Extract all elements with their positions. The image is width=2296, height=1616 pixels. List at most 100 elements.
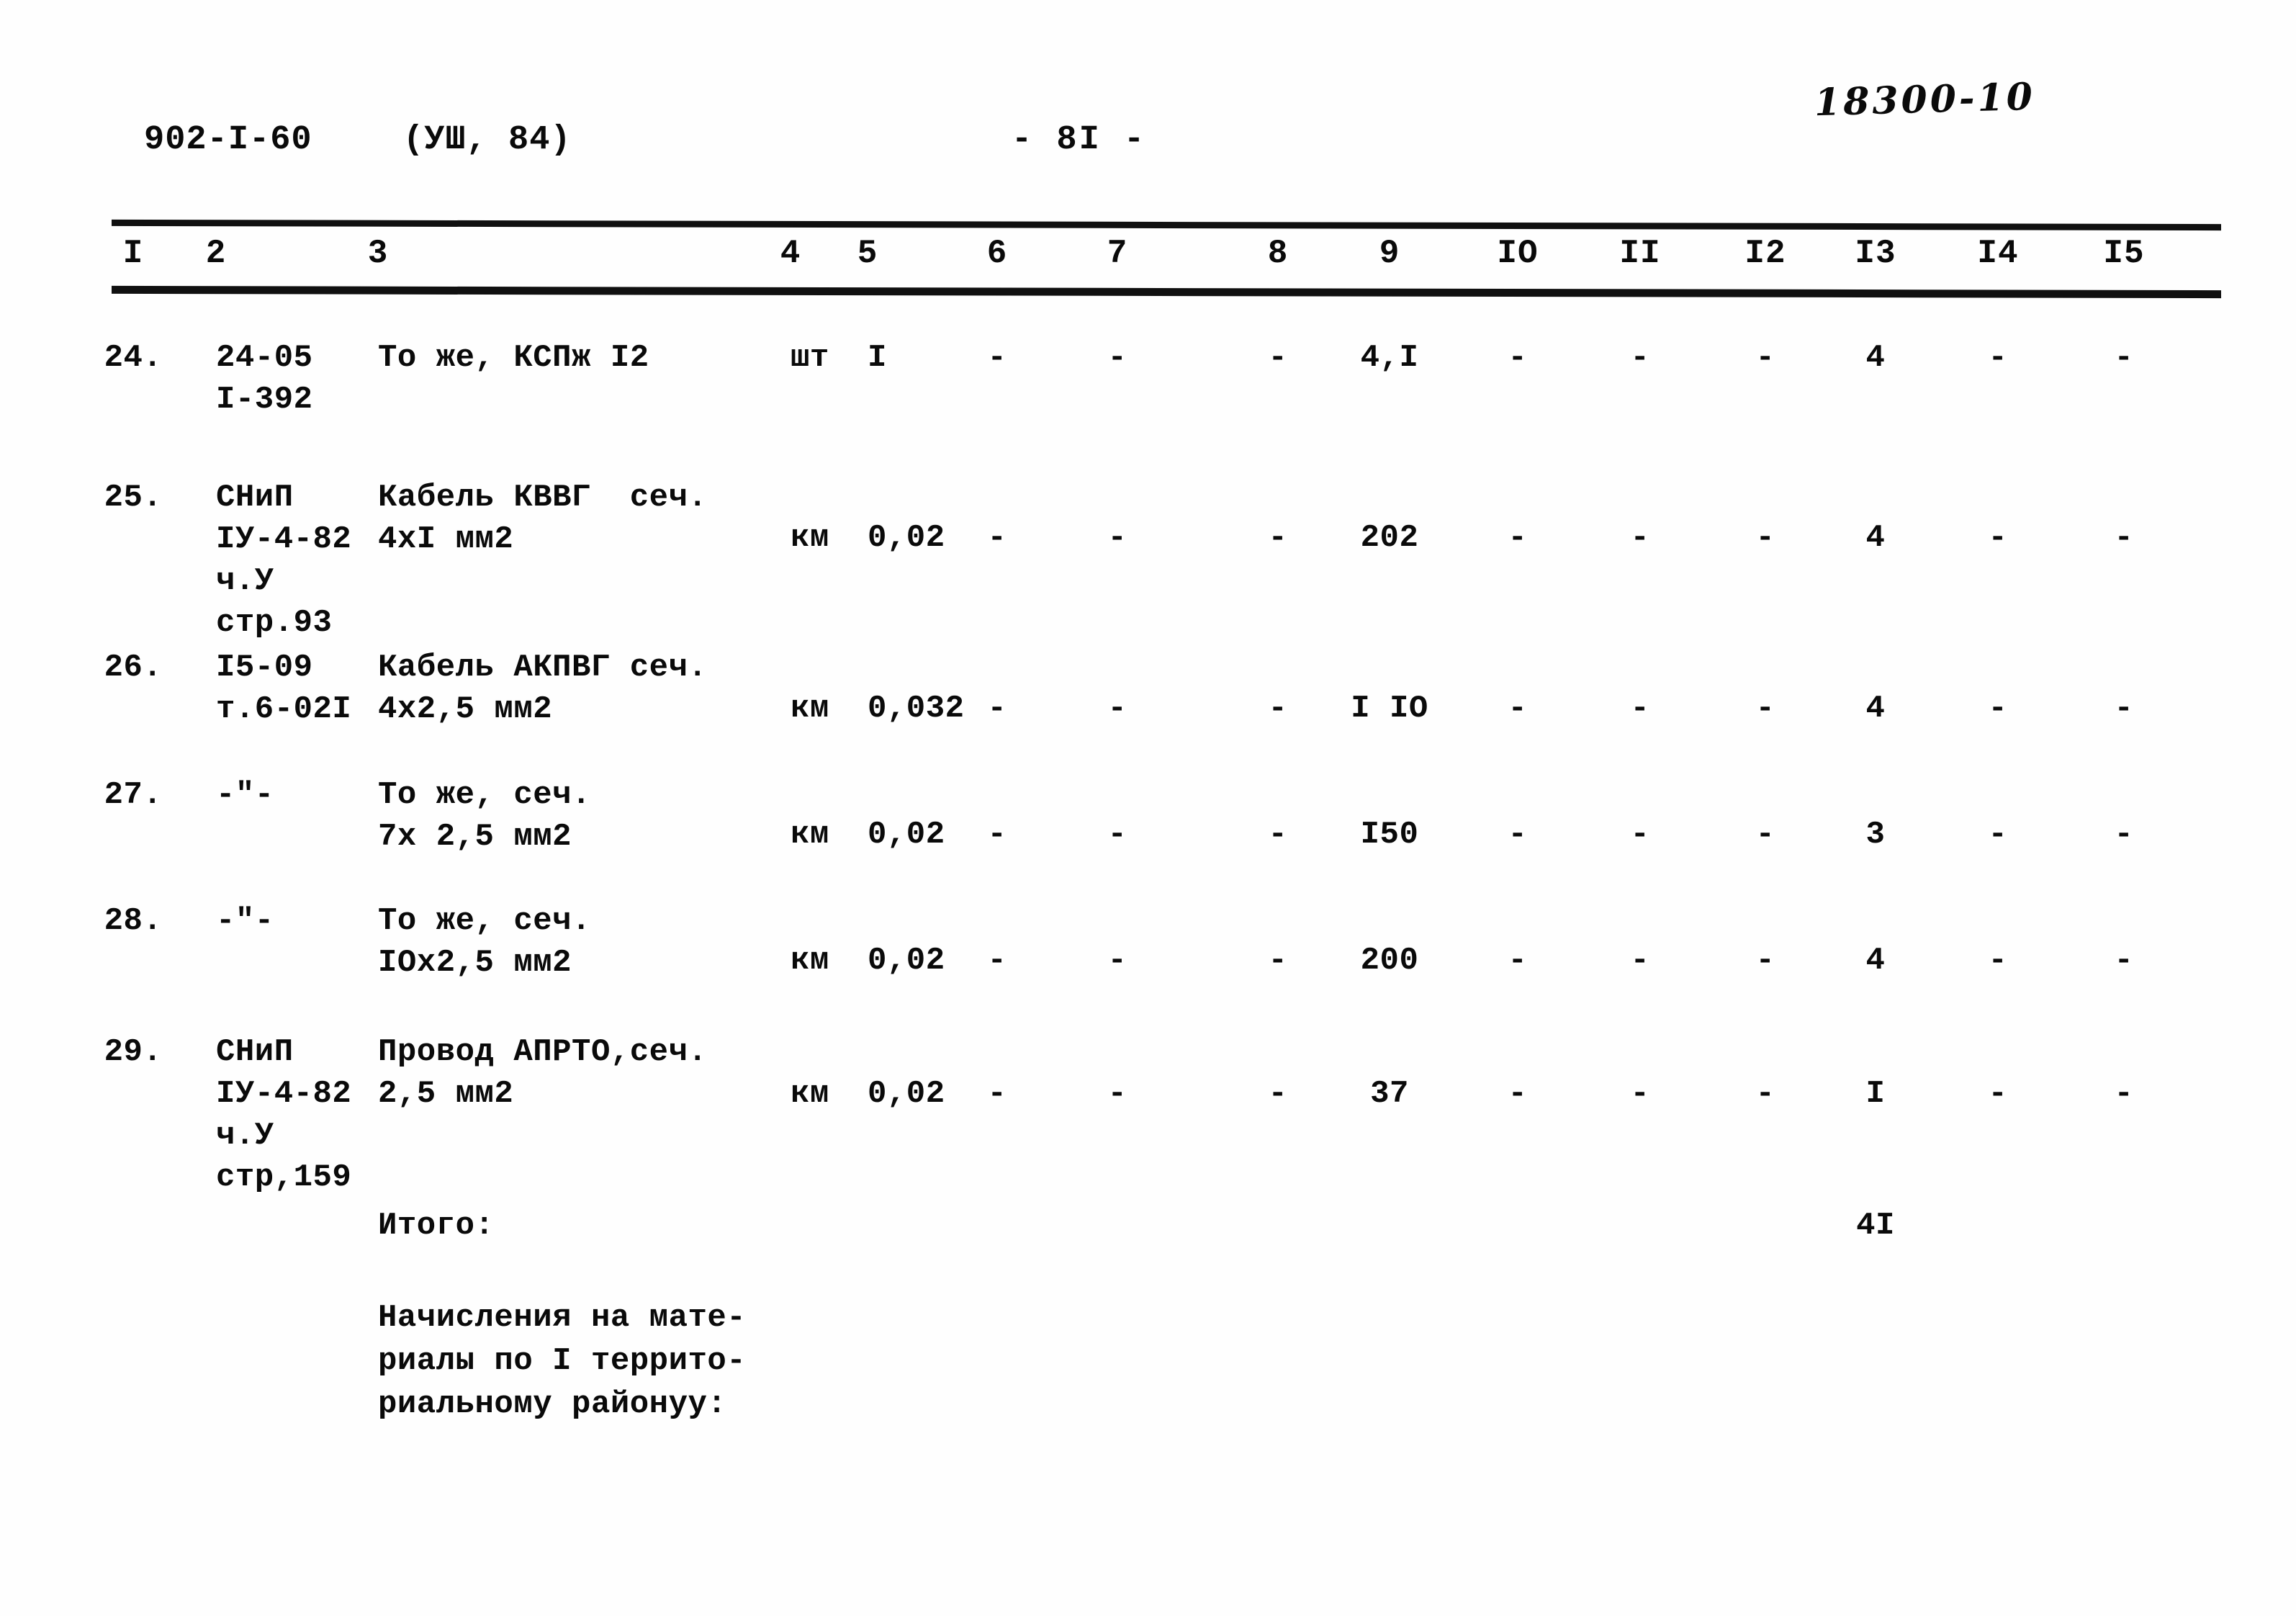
row-col10: -: [1508, 817, 1528, 853]
row-col12: -: [1755, 943, 1775, 979]
total-label: Итого:: [378, 1208, 495, 1244]
row-unit: км: [791, 1076, 829, 1112]
row-unit: км: [791, 520, 829, 556]
row-col11: -: [1630, 943, 1650, 979]
row-col12: -: [1755, 340, 1775, 376]
row-code: СНиП IУ-4-82 ч.У стр.93: [216, 480, 352, 641]
row-code: I5-09 т.6-02I: [216, 650, 352, 727]
materials-surcharge-note: Начисления на мате- риалы по I террито- …: [378, 1300, 747, 1422]
column-header-8: 8: [1267, 235, 1289, 272]
row-col5: 0,02: [868, 817, 945, 853]
row-col5: I: [868, 340, 887, 376]
row-col5: 0,02: [868, 1076, 945, 1112]
row-name: То же, сеч. 7х 2,5 мм2: [378, 777, 591, 855]
row-col14: -: [1988, 340, 2008, 376]
row-col13: 4: [1865, 943, 1886, 979]
row-col7: -: [1107, 340, 1127, 376]
row-col5: 0,02: [868, 520, 945, 556]
row-col9: 200: [1360, 943, 1419, 979]
row-col12: -: [1755, 1076, 1775, 1112]
document-header: 902-I-60 (УШ, 84) - 8I -: [0, 121, 2296, 171]
row-col6: -: [987, 943, 1007, 979]
row-code: СНиП IУ-4-82 ч.У стр,159: [216, 1034, 352, 1195]
row-col7: -: [1107, 943, 1127, 979]
row-col7: -: [1107, 1076, 1127, 1112]
column-header-2: 2: [205, 235, 227, 272]
row-col10: -: [1508, 1076, 1528, 1112]
row-col15: -: [2114, 817, 2134, 853]
column-header-14: I4: [1977, 235, 2019, 272]
row-col9: I IO: [1351, 691, 1428, 727]
column-header-12: I2: [1744, 235, 1786, 272]
row-col11: -: [1630, 520, 1650, 556]
row-unit: шт: [791, 340, 829, 376]
table-header-rule: [111, 285, 2222, 299]
row-col13: 4: [1865, 340, 1886, 376]
row-col15: -: [2114, 1076, 2134, 1112]
column-header-5: 5: [857, 235, 878, 272]
table-top-rule: [111, 219, 2222, 231]
column-header-10: IO: [1497, 235, 1539, 272]
document-page: 902-I-60 (УШ, 84) - 8I - 18300-10 I23456…: [0, 0, 2296, 1616]
row-col8: -: [1268, 340, 1288, 376]
row-col6: -: [987, 817, 1007, 853]
row-col10: -: [1508, 520, 1528, 556]
row-col6: -: [987, 520, 1007, 556]
row-col11: -: [1630, 340, 1650, 376]
row-number: 28.: [104, 903, 163, 939]
row-col10: -: [1508, 340, 1528, 376]
row-col9: 4,I: [1360, 340, 1419, 376]
row-col12: -: [1755, 691, 1775, 727]
row-col5: 0,02: [868, 943, 945, 979]
row-col8: -: [1268, 817, 1288, 853]
row-col11: -: [1630, 691, 1650, 727]
row-col15: -: [2114, 943, 2134, 979]
row-col7: -: [1107, 520, 1127, 556]
row-name: То же, КСПж I2: [378, 340, 649, 376]
row-col9: 37: [1370, 1076, 1409, 1112]
row-col8: -: [1268, 1076, 1288, 1112]
column-header-3: 3: [367, 235, 389, 272]
row-unit: км: [791, 943, 829, 979]
row-col14: -: [1988, 520, 2008, 556]
row-col8: -: [1268, 943, 1288, 979]
row-code: 24-05 I-392: [216, 340, 313, 418]
row-col10: -: [1508, 943, 1528, 979]
row-col15: -: [2114, 340, 2134, 376]
row-number: 25.: [104, 480, 163, 516]
row-col6: -: [987, 1076, 1007, 1112]
row-col11: -: [1630, 1076, 1650, 1112]
row-name: Кабель КВВГ сеч. 4xI мм2: [378, 480, 708, 557]
row-number: 26.: [104, 650, 163, 686]
row-unit: км: [791, 817, 829, 853]
row-col13: 4: [1865, 691, 1886, 727]
row-col15: -: [2114, 691, 2134, 727]
row-col13: 3: [1865, 817, 1886, 853]
row-col13: I: [1865, 1076, 1886, 1112]
column-header-15: I5: [2103, 235, 2145, 272]
row-col12: -: [1755, 817, 1775, 853]
row-col7: -: [1107, 691, 1127, 727]
total-value: 4I: [1856, 1208, 1895, 1244]
page-number: - 8I -: [1012, 121, 1147, 159]
row-col9: I50: [1360, 817, 1419, 853]
row-col6: -: [987, 340, 1007, 376]
row-col14: -: [1988, 1076, 2008, 1112]
row-col10: -: [1508, 691, 1528, 727]
column-header-6: 6: [986, 235, 1008, 272]
row-col7: -: [1107, 817, 1127, 853]
row-col14: -: [1988, 817, 2008, 853]
row-number: 29.: [104, 1034, 163, 1070]
row-name: Провод АПРТО,сеч. 2,5 мм2: [378, 1034, 708, 1112]
document-code: 902-I-60: [144, 121, 312, 159]
row-col9: 202: [1360, 520, 1419, 556]
column-header-4: 4: [780, 235, 801, 272]
row-col15: -: [2114, 520, 2134, 556]
column-header-11: II: [1619, 235, 1661, 272]
column-header-9: 9: [1379, 235, 1400, 272]
document-series: (УШ, 84): [403, 121, 572, 159]
row-col14: -: [1988, 691, 2008, 727]
handwritten-annotation: 18300-10: [1814, 74, 2036, 125]
row-col8: -: [1268, 520, 1288, 556]
row-col5: 0,032: [868, 691, 965, 727]
